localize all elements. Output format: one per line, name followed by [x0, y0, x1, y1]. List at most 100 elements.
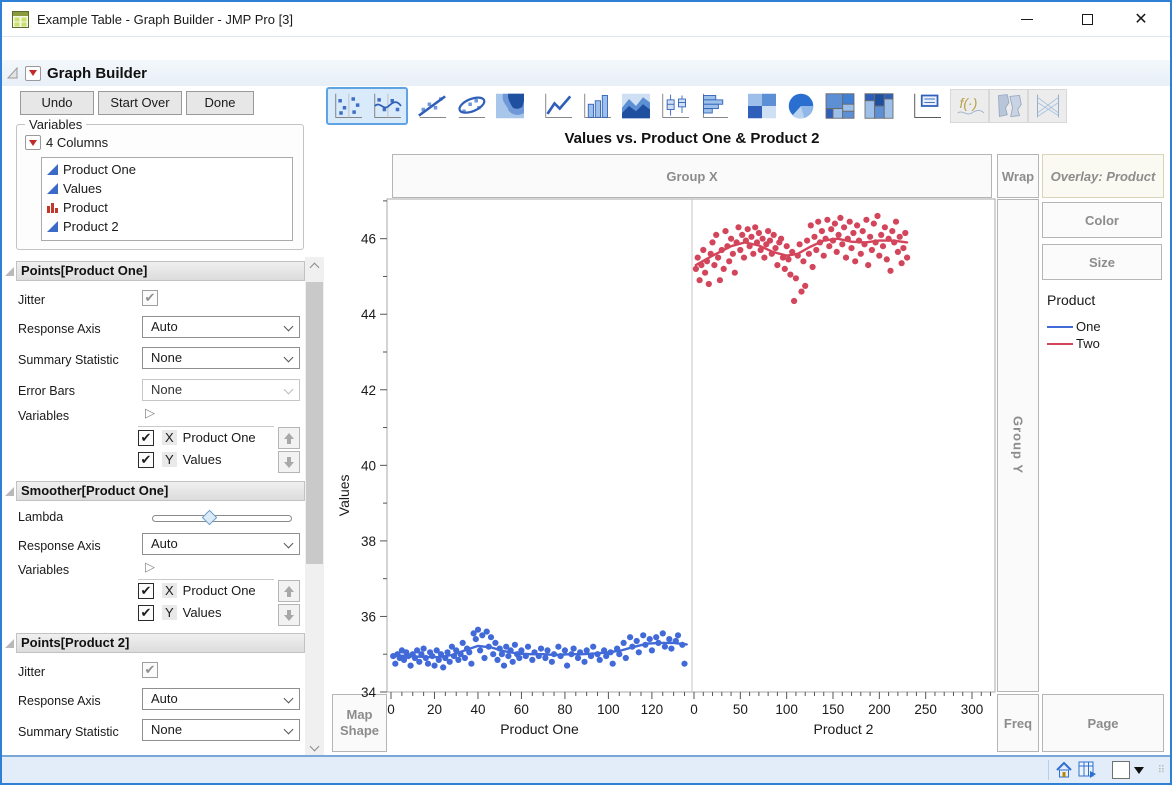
continuous-column-icon	[47, 164, 58, 175]
panel-scrollbar[interactable]	[305, 257, 324, 757]
selected-elements-group	[326, 87, 408, 125]
start-over-button[interactable]: Start Over	[98, 91, 182, 115]
summary-statistic-label: Summary Statistic	[18, 725, 119, 739]
toolbar-heatmap-button[interactable]	[742, 89, 781, 123]
variables-panel-label: Variables	[25, 117, 87, 132]
done-button[interactable]: Done	[186, 91, 254, 115]
close-button[interactable]: ✕	[1118, 2, 1164, 36]
collapse-triangle-icon[interactable]	[7, 67, 19, 79]
wrap-drop-zone[interactable]: Wrap	[997, 154, 1039, 198]
toolbar-caption-box-button[interactable]	[907, 89, 946, 123]
resize-grip[interactable]: ⠿	[1158, 765, 1166, 776]
column-item-product-one[interactable]: Product One	[46, 160, 288, 179]
page-drop-zone[interactable]: Page	[1042, 694, 1164, 752]
disclosure-triangle-icon[interactable]: ▷	[145, 559, 155, 575]
scatter-plot-canvas[interactable]: 34 36 38 40 42 44 46 Values 0 20 40 60 80 100 120 Produ…	[332, 192, 1002, 757]
group-y-drop-zone[interactable]: Group Y	[997, 199, 1039, 692]
undo-button[interactable]: Undo	[20, 91, 94, 115]
legend-item-one[interactable]: One	[1047, 318, 1101, 335]
collapse-triangle-icon	[5, 487, 14, 496]
zone-label: Wrap	[1001, 168, 1035, 184]
lambda-slider[interactable]	[152, 509, 292, 528]
size-drop-zone[interactable]: Size	[1042, 244, 1162, 280]
window-title: Example Table - Graph Builder - JMP Pro …	[37, 11, 294, 27]
toolbar-area-button[interactable]	[616, 89, 655, 123]
toolbar-treemap-button[interactable]	[820, 89, 859, 123]
toolbar-map-shapes-button	[989, 89, 1028, 123]
column-name: Product 2	[63, 219, 119, 234]
jmp-graph-builder-window: Example Table - Graph Builder - JMP Pro …	[0, 0, 1172, 785]
move-down-button[interactable]	[278, 451, 300, 473]
red-triangle-icon	[29, 70, 37, 76]
dropdown-triangle-icon[interactable]	[1133, 766, 1144, 774]
toolbar-ellipse-button[interactable]	[451, 89, 490, 123]
x-variable-row: ✔ X Product One	[138, 580, 256, 601]
disclosure-triangle-icon[interactable]: ▷	[145, 405, 155, 421]
zone-label: Size	[1088, 254, 1115, 270]
section-header-points-product-one[interactable]: Points[Product One]	[2, 260, 305, 282]
element-type-toolbar: f(·)	[326, 87, 1067, 125]
pie-icon	[788, 93, 813, 119]
home-icon[interactable]	[1055, 761, 1073, 779]
x-variable-checkbox[interactable]: ✔	[138, 582, 154, 599]
maximize-button[interactable]	[1064, 2, 1110, 36]
section-header-smoother-product-one[interactable]: Smoother[Product One]	[2, 480, 305, 502]
role-badge: Y	[162, 605, 177, 620]
legend-item-two[interactable]: Two	[1047, 335, 1101, 352]
toolbar-line-of-fit-button[interactable]	[412, 89, 451, 123]
y-variable-checkbox[interactable]: ✔	[138, 451, 154, 468]
summary-statistic-dropdown[interactable]: None	[142, 719, 300, 741]
move-up-button[interactable]	[278, 427, 300, 449]
svg-text:40: 40	[470, 702, 485, 717]
response-axis-label: Response Axis	[18, 539, 101, 553]
color-drop-zone[interactable]: Color	[1042, 202, 1162, 238]
jitter-checkbox[interactable]: ✔	[142, 290, 158, 306]
x-variable-checkbox[interactable]: ✔	[138, 429, 154, 446]
toolbar-mosaic-button[interactable]	[859, 89, 898, 123]
zone-label: Freq	[1003, 715, 1033, 731]
column-item-product-2[interactable]: Product 2	[46, 217, 288, 236]
summary-statistic-dropdown[interactable]: None	[142, 347, 300, 369]
toolbar-smoother-button[interactable]	[367, 89, 406, 123]
data-table-icon[interactable]	[1078, 761, 1097, 779]
overlay-drop-zone[interactable]: Overlay: Product	[1042, 154, 1164, 198]
scroll-up-button[interactable]	[305, 257, 324, 274]
toolbar-contour-button[interactable]	[490, 89, 529, 123]
zone-label: Overlay: Product	[1050, 168, 1156, 184]
section-header-points-product-2[interactable]: Points[Product 2]	[2, 632, 305, 654]
toolbar-bar-button[interactable]	[577, 89, 616, 123]
move-up-button[interactable]	[278, 580, 300, 602]
response-axis-dropdown[interactable]: Auto	[142, 688, 300, 710]
drop-target-box[interactable]	[1111, 761, 1130, 779]
smoother-response-axis-dropdown[interactable]: Auto	[142, 533, 300, 555]
jitter-checkbox[interactable]: ✔	[142, 662, 158, 678]
red-triangle-menu[interactable]	[25, 65, 41, 81]
nominal-column-icon	[47, 203, 58, 213]
dropdown-value: None	[151, 722, 183, 737]
toolbar-points-button[interactable]	[328, 89, 367, 123]
move-down-button[interactable]	[278, 604, 300, 626]
columns-count-label: 4 Columns	[46, 135, 109, 150]
toolbar-histogram-button[interactable]	[694, 89, 733, 123]
minimize-button[interactable]	[1004, 2, 1050, 36]
svg-text:42: 42	[361, 383, 376, 398]
column-item-product[interactable]: Product	[46, 198, 288, 217]
svg-text:80: 80	[557, 702, 572, 717]
zone-label: Page	[1087, 715, 1119, 731]
y-variable-row: ✔ Y Values	[138, 449, 221, 470]
toolbar-box-plot-button[interactable]	[655, 89, 694, 123]
chevron-up-icon	[309, 262, 320, 273]
slider-thumb[interactable]	[201, 509, 218, 526]
column-item-values[interactable]: Values	[46, 179, 288, 198]
toolbar-line-button[interactable]	[538, 89, 577, 123]
response-axis-dropdown[interactable]: Auto	[142, 316, 300, 338]
section-title: Points[Product 2]	[21, 635, 130, 650]
toolbar-pie-button[interactable]	[781, 89, 820, 123]
svg-text:Product 2: Product 2	[814, 721, 874, 737]
scrollbar-thumb[interactable]	[306, 282, 323, 564]
columns-red-triangle-menu[interactable]	[25, 135, 41, 150]
y-variable-checkbox[interactable]: ✔	[138, 604, 154, 621]
freq-drop-zone[interactable]: Freq	[997, 694, 1039, 752]
variables-panel: Variables 4 Columns Product One Values P…	[16, 117, 304, 250]
chevron-down-icon	[283, 724, 294, 735]
